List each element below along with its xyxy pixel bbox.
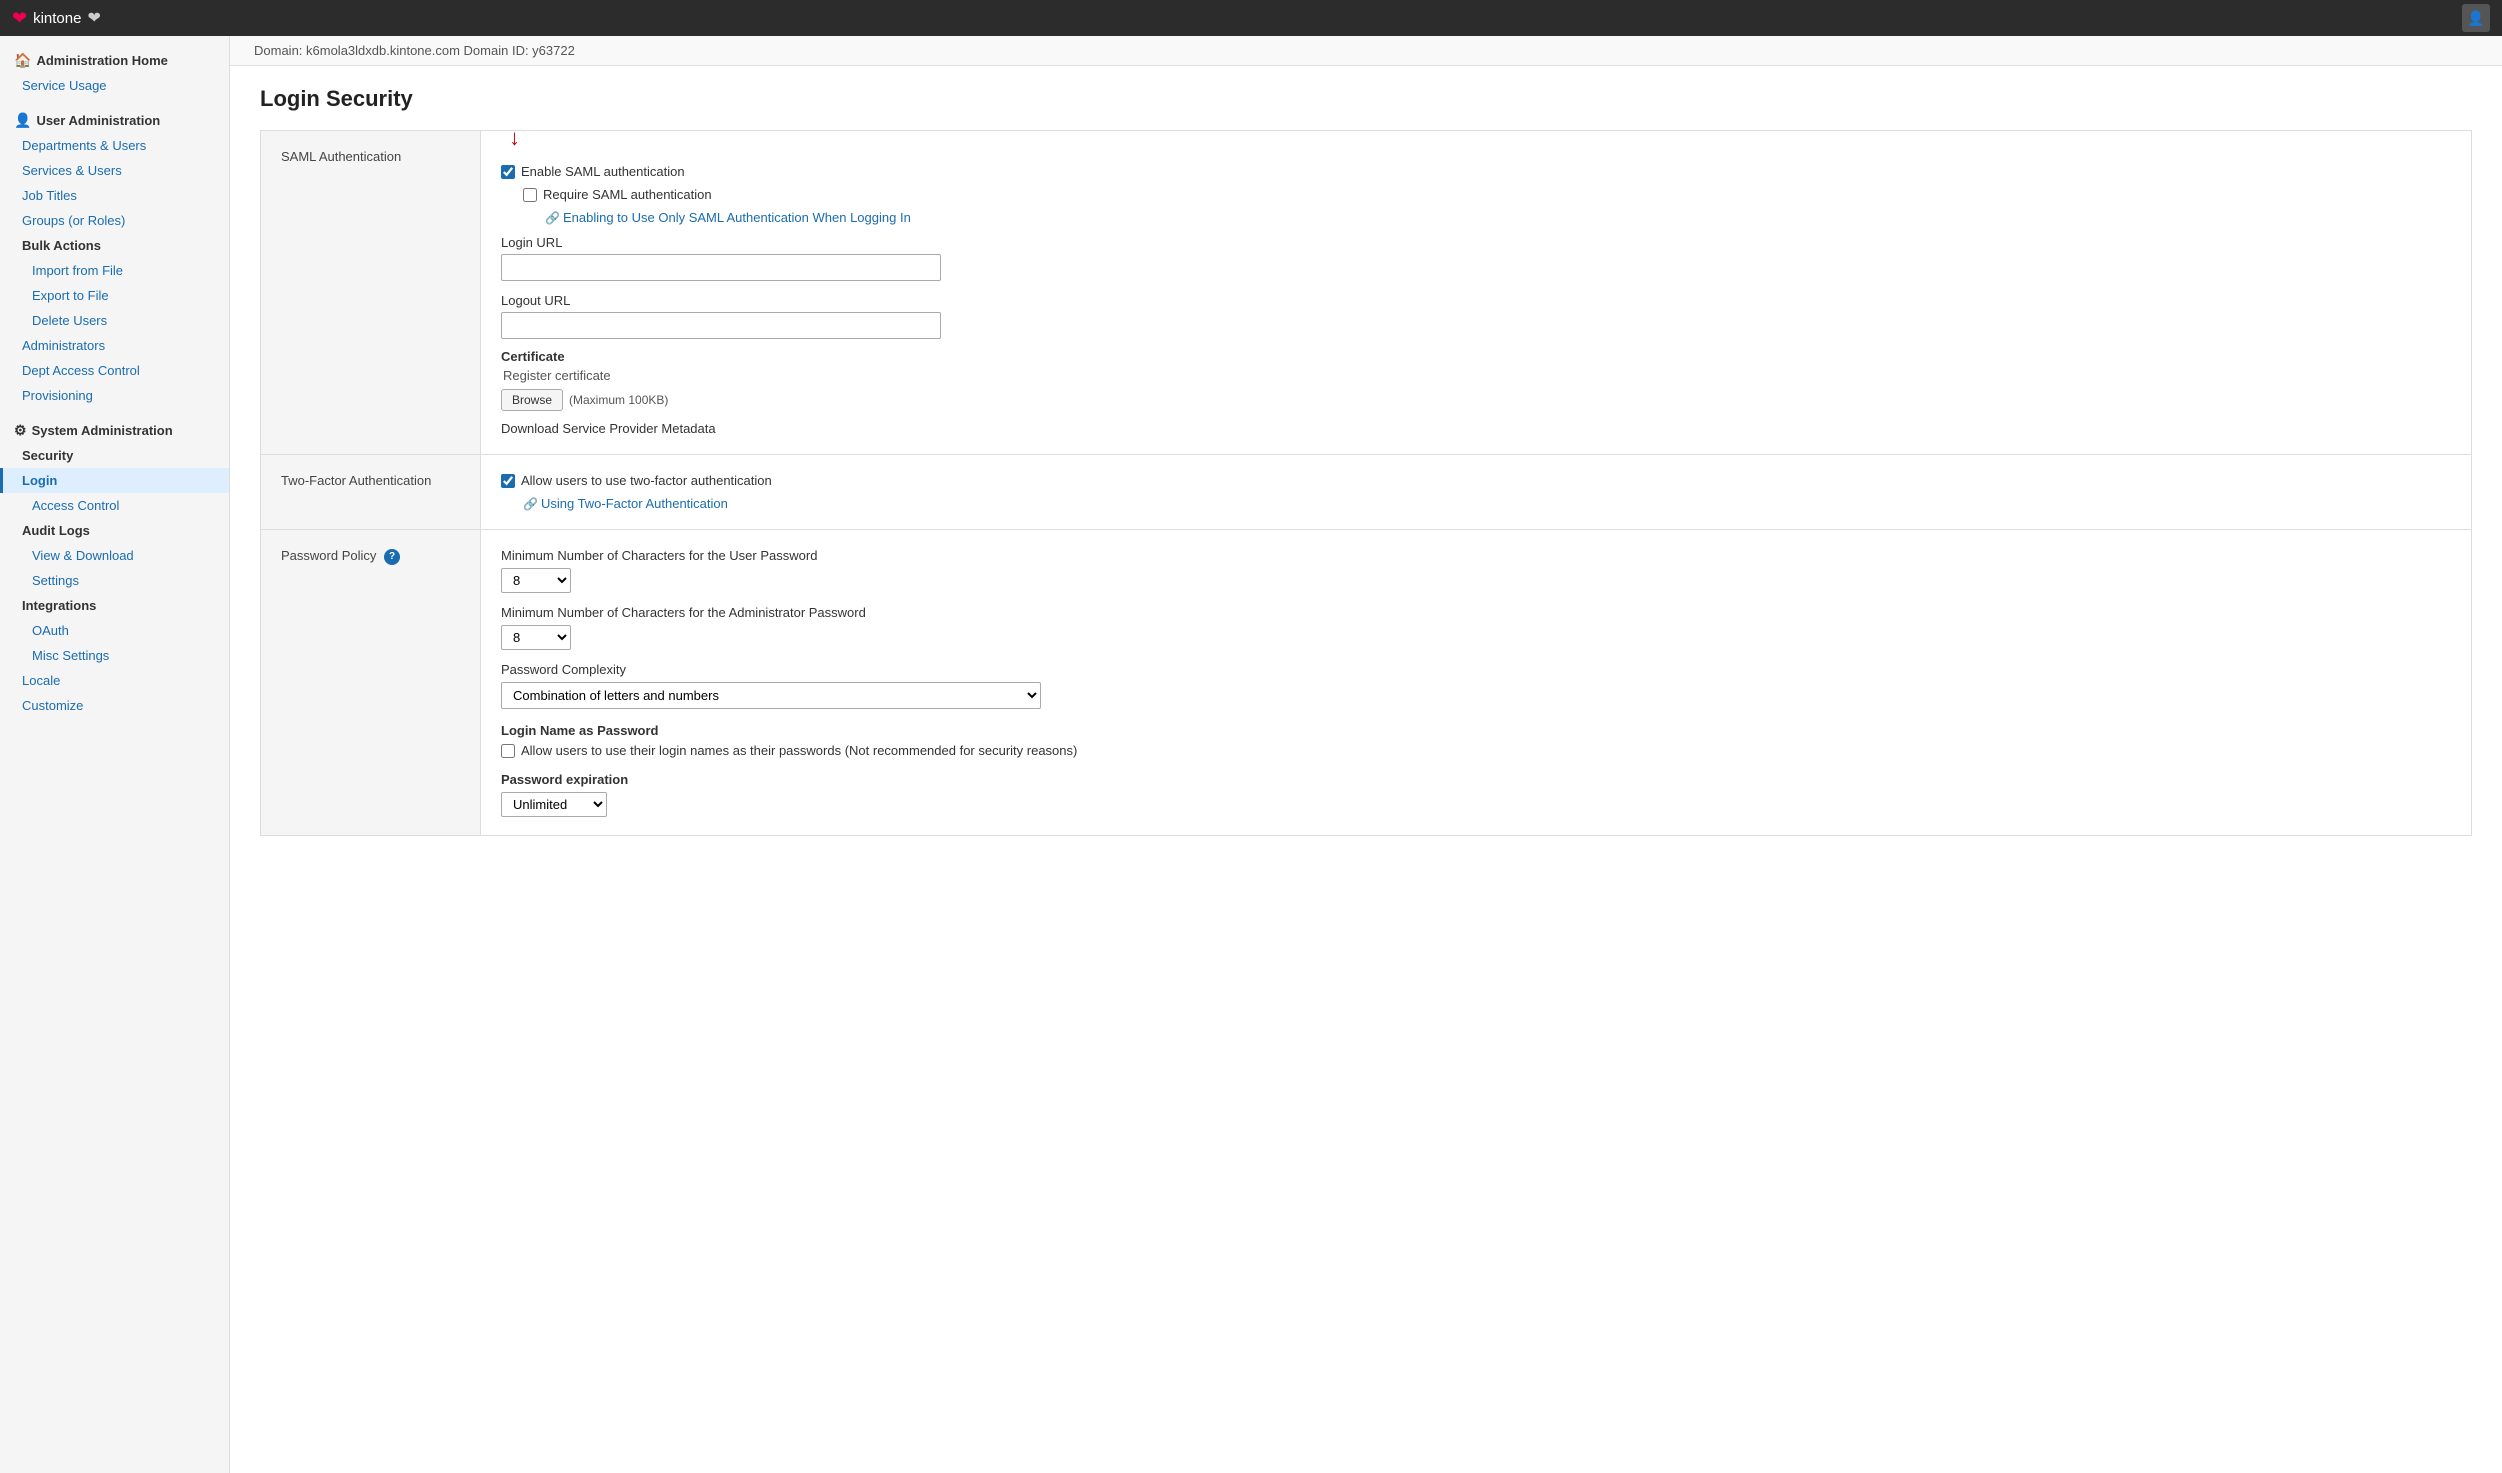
login-name-password-checkbox-label: Allow users to use their login names as … [521,743,1077,758]
admin-home-link[interactable]: 🏠 Administration Home [0,44,229,73]
page-title: Login Security [260,86,2472,112]
login-name-password-label: Login Name as Password [501,723,2451,738]
sidebar-item-import-from-file[interactable]: Import from File [0,258,229,283]
enable-saml-row: Enable SAML authentication [501,164,2451,179]
sidebar-item-dept-access-control[interactable]: Dept Access Control [0,358,229,383]
saml-sub-options: Require SAML authentication 🔗Enabling to… [523,187,2451,225]
enable-saml-label: Enable SAML authentication [521,164,685,179]
saml-help-link[interactable]: 🔗Enabling to Use Only SAML Authenticatio… [545,210,911,225]
sidebar-item-service-usage[interactable]: Service Usage [0,73,229,98]
password-policy-section-label: Password Policy [281,548,376,563]
domain-info: Domain: k6mola3ldxdb.kintone.com Domain … [254,43,575,58]
browse-button[interactable]: Browse [501,389,563,411]
system-admin-icon: ⚙ [14,422,27,439]
sidebar-item-export-to-file[interactable]: Export to File [0,283,229,308]
certificate-label: Certificate [501,349,2451,364]
home-icon: 🏠 [14,52,31,69]
require-saml-checkbox[interactable] [523,188,537,202]
max-size-label: (Maximum 100KB) [569,393,668,407]
sidebar-item-delete-users[interactable]: Delete Users [0,308,229,333]
password-policy-value-cell: Minimum Number of Characters for the Use… [481,530,2472,836]
link-icon: 🔗 [545,211,560,225]
enable-saml-checkbox[interactable] [501,165,515,179]
browse-row: Browse (Maximum 100KB) [501,389,2451,411]
min-admin-chars-select[interactable]: 8 6 10 12 [501,625,571,650]
password-policy-label-cell: Password Policy ? [261,530,481,836]
two-factor-label-cell: Two-Factor Authentication [261,455,481,530]
sidebar-item-groups-roles[interactable]: Groups (or Roles) [0,208,229,233]
complexity-select[interactable]: No restrictions Combination of letters a… [501,682,1041,709]
sidebar-item-locale[interactable]: Locale [0,668,229,693]
expiration-select[interactable]: Unlimited 30 days 60 days 90 days [501,792,607,817]
two-factor-value-cell: Allow users to use two-factor authentica… [481,455,2472,530]
sidebar-item-view-download[interactable]: View & Download [0,543,229,568]
sidebar-item-services-users[interactable]: Services & Users [0,158,229,183]
bulk-actions-label: Bulk Actions [0,233,229,258]
sidebar-item-customize[interactable]: Customize [0,693,229,718]
domain-bar: Domain: k6mola3ldxdb.kintone.com Domain … [230,36,2502,66]
user-admin-icon: 👤 [14,112,31,129]
logout-url-input[interactable] [501,312,941,339]
saml-label-cell: SAML Authentication [261,131,481,455]
require-saml-label: Require SAML authentication [543,187,712,202]
sidebar-item-access-control[interactable]: Access Control [0,493,229,518]
download-metadata-link[interactable]: Download Service Provider Metadata [501,421,2451,436]
password-policy-row: Password Policy ? Minimum Number of Char… [261,530,2472,836]
sidebar-item-departments-users[interactable]: Departments & Users [0,133,229,158]
login-name-password-row: Allow users to use their login names as … [501,743,2451,758]
two-factor-row: Two-Factor Authentication Allow users to… [261,455,2472,530]
sidebar-item-settings[interactable]: Settings [0,568,229,593]
complexity-label: Password Complexity [501,662,2451,677]
register-cert-label: Register certificate [503,368,2451,383]
audit-logs-label: Audit Logs [0,518,229,543]
login-url-input[interactable] [501,254,941,281]
user-administration-heading: 👤 User Administration [0,104,229,133]
min-admin-chars-label: Minimum Number of Characters for the Adm… [501,605,2451,620]
expiration-label: Password expiration [501,772,2451,787]
brand-logo-icon: ❤ [12,8,27,29]
min-user-chars-select[interactable]: 8 6 10 12 [501,568,571,593]
user-icon: 👤 [2467,10,2484,27]
sidebar-item-oauth[interactable]: OAuth [0,618,229,643]
integrations-label: Integrations [0,593,229,618]
logout-url-label: Logout URL [501,293,2451,308]
login-url-label: Login URL [501,235,2451,250]
sidebar-item-administrators[interactable]: Administrators [0,333,229,358]
heart-icon[interactable]: ❤ [87,8,100,28]
saml-value-cell: ↓ Enable SAML authentication Require SAM… [481,131,2472,455]
password-policy-help-icon[interactable]: ? [384,549,400,565]
sidebar-item-login[interactable]: Login [0,468,229,493]
login-name-password-checkbox[interactable] [501,744,515,758]
main-content: Domain: k6mola3ldxdb.kintone.com Domain … [230,36,2502,1473]
system-administration-heading: ⚙ System Administration [0,414,229,443]
saml-row: SAML Authentication ↓ Enable SAML authen… [261,131,2472,455]
two-factor-section-label: Two-Factor Authentication [281,473,431,488]
saml-section-label: SAML Authentication [281,149,401,164]
topbar: ❤ kintone ❤ 👤 [0,0,2502,36]
red-arrow-indicator: ↓ [509,127,520,149]
sidebar: 🏠 Administration Home Service Usage 👤 Us… [0,36,230,1473]
certificate-section: Certificate Register certificate Browse … [501,349,2451,436]
user-menu-button[interactable]: 👤 [2462,4,2490,32]
settings-table: SAML Authentication ↓ Enable SAML authen… [260,130,2472,836]
allow-two-factor-checkbox[interactable] [501,474,515,488]
brand-name: kintone [33,10,81,27]
two-factor-help-link[interactable]: 🔗Using Two-Factor Authentication [523,496,728,511]
sidebar-item-misc-settings[interactable]: Misc Settings [0,643,229,668]
security-label: Security [0,443,229,468]
require-saml-row: Require SAML authentication [523,187,2451,202]
sidebar-item-provisioning[interactable]: Provisioning [0,383,229,408]
brand: ❤ kintone ❤ [12,8,101,29]
allow-two-factor-label: Allow users to use two-factor authentica… [521,473,772,488]
allow-two-factor-row: Allow users to use two-factor authentica… [501,473,2451,488]
link-icon-2: 🔗 [523,497,538,511]
min-user-chars-label: Minimum Number of Characters for the Use… [501,548,2451,563]
sidebar-item-job-titles[interactable]: Job Titles [0,183,229,208]
